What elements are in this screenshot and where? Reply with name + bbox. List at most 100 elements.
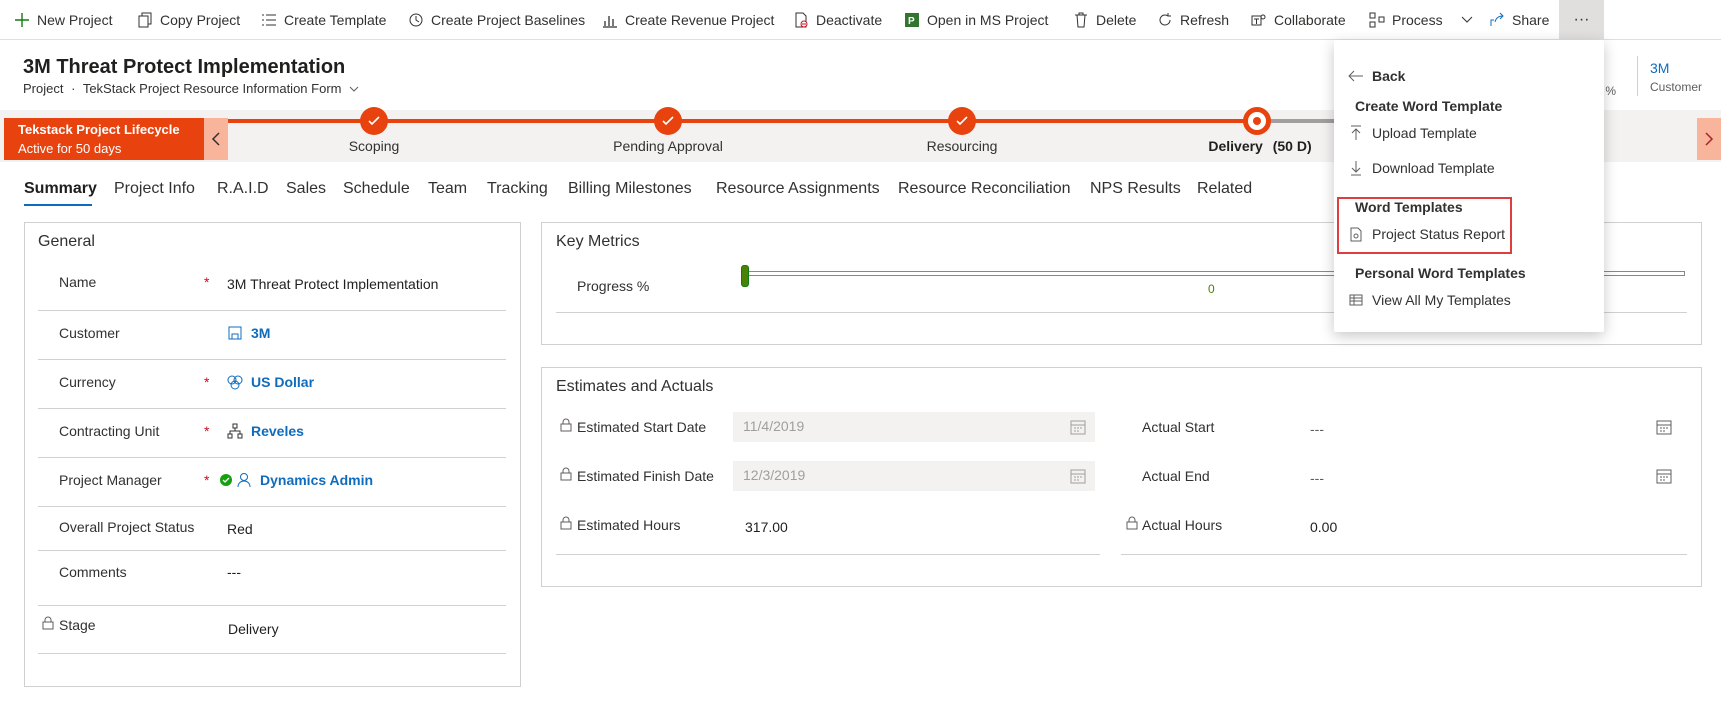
create-template-button[interactable]: Create Template <box>261 0 386 40</box>
deactivate-icon <box>793 12 809 28</box>
share-button[interactable]: Share <box>1489 0 1549 40</box>
row-divider <box>556 554 1100 555</box>
delete-button[interactable]: Delete <box>1073 0 1136 40</box>
list-icon <box>261 12 277 28</box>
name-label: Name <box>59 274 97 290</box>
copy-project-button[interactable]: Copy Project <box>137 0 240 40</box>
tab-sales[interactable]: Sales <box>286 180 326 198</box>
form-selector[interactable]: TekStack Project Resource Information Fo… <box>83 81 342 96</box>
download-icon <box>1348 160 1364 176</box>
calendar-icon[interactable] <box>1656 468 1672 484</box>
contracting-unit-label: Contracting Unit <box>59 423 160 439</box>
key-metrics-title: Key Metrics <box>556 233 640 250</box>
row-divider <box>38 506 506 507</box>
stage-delivery-label[interactable]: Delivery (50 D) <box>1208 138 1311 154</box>
customer-lookup[interactable]: 3M <box>227 325 270 341</box>
name-field[interactable]: 3M Threat Protect Implementation <box>227 276 438 292</box>
general-section-title: General <box>38 233 95 250</box>
bpf-prev-button[interactable] <box>204 118 228 160</box>
lock-icon <box>1126 516 1138 530</box>
tab-summary[interactable]: Summary <box>24 180 97 198</box>
stage-scoping-check-icon[interactable] <box>360 107 388 135</box>
available-status-icon <box>220 474 232 486</box>
tab-selected-indicator <box>24 204 92 206</box>
back-label: Back <box>1372 68 1406 84</box>
upload-icon <box>1348 125 1364 141</box>
customer-label: Customer <box>59 325 120 341</box>
contracting-unit-value[interactable]: Reveles <box>251 423 304 439</box>
tab-project-info[interactable]: Project Info <box>114 180 195 198</box>
header-customer-label: Customer <box>1650 80 1703 94</box>
currency-lookup[interactable]: US Dollar <box>227 374 314 390</box>
tab-related[interactable]: Related <box>1197 180 1252 198</box>
project-manager-value[interactable]: Dynamics Admin <box>260 472 373 488</box>
record-title: 3M Threat Protect Implementation <box>23 56 346 78</box>
stage-pending-approval-check-icon[interactable] <box>654 107 682 135</box>
actual-start-field[interactable]: --- <box>1310 421 1324 437</box>
actual-hours-label: Actual Hours <box>1142 517 1223 533</box>
process-button[interactable]: Process <box>1369 0 1473 40</box>
tab-schedule[interactable]: Schedule <box>343 180 410 198</box>
progress-label: Progress % <box>577 278 650 294</box>
copy-project-label: Copy Project <box>160 12 241 28</box>
stage-field: Delivery <box>228 621 279 637</box>
chevron-down-icon[interactable] <box>349 81 359 96</box>
upload-template-menu-item[interactable]: Upload Template <box>1348 125 1477 141</box>
contracting-unit-lookup[interactable]: Reveles <box>227 423 304 439</box>
overall-project-status-field[interactable]: Red <box>227 521 253 537</box>
row-divider <box>38 653 506 654</box>
process-icon <box>1369 12 1385 28</box>
header-customer-value[interactable]: 3M <box>1650 60 1702 76</box>
copy-icon <box>137 12 153 28</box>
teams-icon <box>1251 12 1267 28</box>
currency-label: Currency <box>59 374 116 390</box>
tab-nps-results[interactable]: NPS Results <box>1090 180 1181 198</box>
actual-end-label: Actual End <box>1142 468 1210 484</box>
more-commands-button[interactable]: ··· <box>1559 0 1604 40</box>
currency-value[interactable]: US Dollar <box>251 374 314 390</box>
new-project-button[interactable]: New Project <box>14 0 112 40</box>
stage-resourcing-check-icon[interactable] <box>948 107 976 135</box>
comments-field[interactable]: --- <box>227 564 241 580</box>
create-revenue-project-button[interactable]: Create Revenue Project <box>602 0 774 40</box>
view-all-my-templates-label: View All My Templates <box>1372 292 1511 308</box>
tab-tracking[interactable]: Tracking <box>487 180 548 198</box>
customer-value[interactable]: 3M <box>251 325 270 341</box>
stage-delivery-duration: (50 D) <box>1272 138 1312 154</box>
deactivate-button[interactable]: Deactivate <box>793 0 882 40</box>
row-divider <box>38 408 506 409</box>
stage-delivery-name: Delivery <box>1208 138 1263 154</box>
create-project-baselines-button[interactable]: Create Project Baselines <box>408 0 585 40</box>
tab-team[interactable]: Team <box>428 180 467 198</box>
calendar-icon[interactable] <box>1656 419 1672 435</box>
view-all-my-templates-menu-item[interactable]: View All My Templates <box>1348 292 1511 308</box>
tab-resource-reconciliation[interactable]: Resource Reconciliation <box>898 180 1071 198</box>
trash-icon <box>1073 12 1089 28</box>
stage-scoping-label[interactable]: Scoping <box>349 138 400 154</box>
tab-resource-assignments[interactable]: Resource Assignments <box>716 180 880 198</box>
progress-slider-thumb[interactable] <box>741 265 749 287</box>
back-menu-item[interactable]: Back <box>1348 68 1405 84</box>
stage-resourcing-label[interactable]: Resourcing <box>927 138 998 154</box>
comments-label: Comments <box>59 564 127 580</box>
estimated-finish-date-label: Estimated Finish Date <box>577 468 714 484</box>
calendar-icon <box>1070 420 1086 435</box>
row-divider <box>38 359 506 360</box>
lock-icon <box>560 418 572 432</box>
row-divider <box>38 605 506 606</box>
tab-billing-milestones[interactable]: Billing Milestones <box>568 180 692 198</box>
download-template-menu-item[interactable]: Download Template <box>1348 160 1495 176</box>
lock-icon <box>560 467 572 481</box>
project-manager-lookup[interactable]: Dynamics Admin <box>220 472 373 488</box>
process-lifecycle-flag[interactable]: Tekstack Project Lifecycle Active for 50… <box>4 118 204 160</box>
refresh-button[interactable]: Refresh <box>1157 0 1229 40</box>
actual-end-field[interactable]: --- <box>1310 470 1324 486</box>
estimated-finish-date-field: 12/3/2019 <box>733 461 1095 491</box>
stage-delivery-active-icon[interactable] <box>1243 107 1271 135</box>
stage-pending-approval-label[interactable]: Pending Approval <box>613 138 723 154</box>
row-divider <box>38 310 506 311</box>
bpf-next-button[interactable] <box>1697 118 1721 160</box>
collaborate-button[interactable]: Collaborate <box>1251 0 1346 40</box>
tab-raid[interactable]: R.A.I.D <box>217 180 269 198</box>
open-in-ms-project-button[interactable]: P Open in MS Project <box>904 0 1048 40</box>
